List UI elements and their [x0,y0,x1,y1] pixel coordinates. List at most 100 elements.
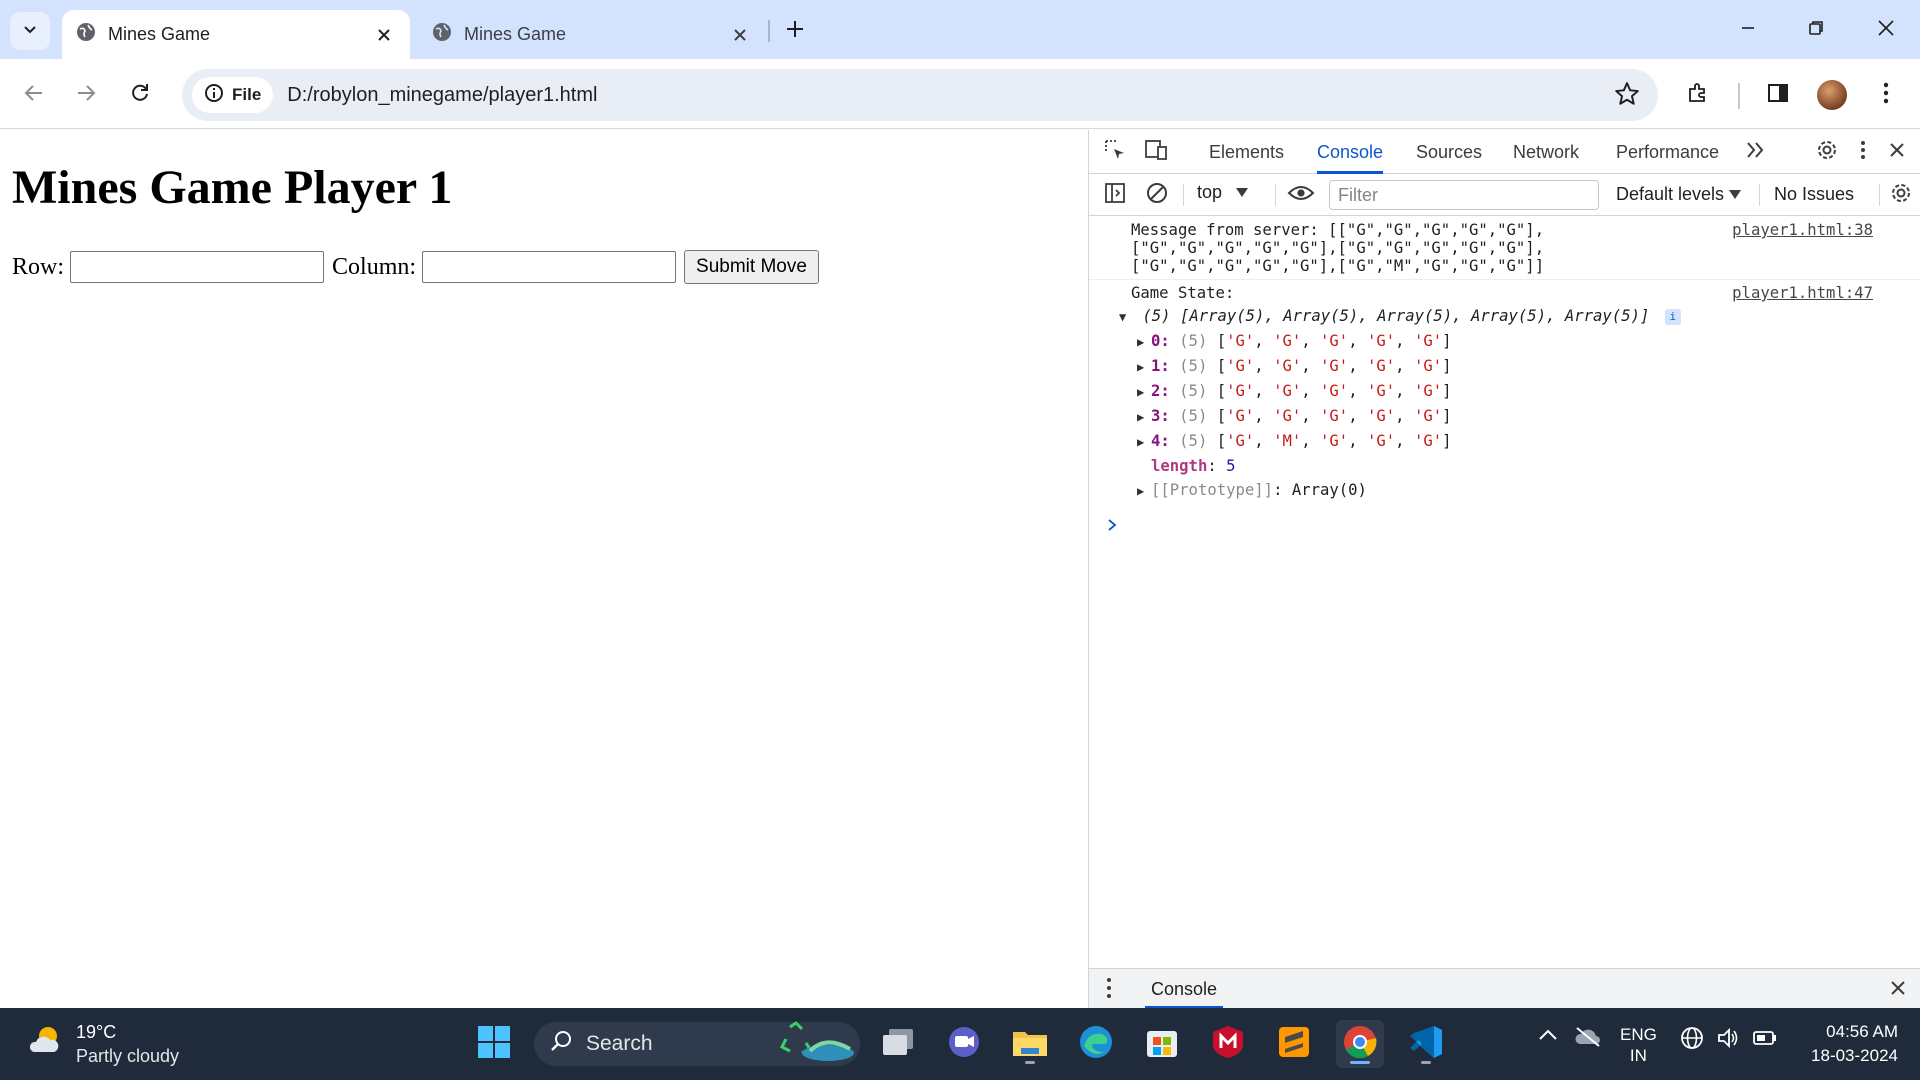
edge-app[interactable] [1072,1020,1120,1068]
tab-search-button[interactable] [10,12,50,50]
mcafee-app[interactable] [1204,1020,1252,1068]
array-entry[interactable]: ▶ 2: (5) ['G', 'G', 'G', 'G', 'G'] [1119,379,1873,404]
context-selector[interactable]: top [1197,182,1249,203]
profile-button[interactable] [1812,75,1852,115]
sublime-icon [1277,1025,1311,1064]
language-indicator[interactable]: ENG IN [1620,1024,1657,1066]
tab-network[interactable]: Network [1513,130,1579,174]
vscode-app[interactable] [1402,1020,1450,1068]
close-drawer-icon[interactable] [1885,975,1911,1006]
weather-widget[interactable]: 19°C Partly cloudy [24,1020,179,1068]
forward-button[interactable] [66,75,106,115]
array-entry[interactable]: ▶ 4: (5) ['G', 'M', 'G', 'G', 'G'] [1119,429,1873,454]
close-tab-icon[interactable] [728,23,752,47]
close-window-button[interactable] [1866,10,1906,50]
weather-temp: 19°C [76,1022,117,1042]
column-input[interactable] [422,251,677,283]
tab-sources[interactable]: Sources [1416,130,1482,174]
battery-button[interactable] [1752,1026,1778,1055]
extensions-button[interactable] [1678,75,1718,115]
browser-menu-button[interactable] [1866,75,1906,115]
region-code: IN [1629,1046,1647,1065]
entry-index: 2 [1151,382,1161,400]
clear-console-button[interactable] [1141,179,1173,211]
devtools-menu-button[interactable] [1847,136,1879,168]
chrome-app[interactable] [1336,1020,1384,1068]
triangle-right-icon[interactable]: ▶ [1137,380,1151,404]
log-levels-dropdown[interactable]: Default levels [1616,184,1742,205]
bookmark-star-icon[interactable] [1614,81,1640,112]
onedrive-button[interactable] [1574,1026,1602,1053]
array-summary-row[interactable]: ▼ (5) [Array(5), Array(5), Array(5), Arr… [1119,304,1873,329]
array-entry[interactable]: ▶ 3: (5) ['G', 'G', 'G', 'G', 'G'] [1119,404,1873,429]
console-settings-button[interactable] [1885,179,1917,211]
clock[interactable]: 04:56 AM 18-03-2024 [1811,1020,1898,1068]
arrow-right-icon [76,83,96,108]
close-devtools-button[interactable] [1881,136,1913,168]
device-toolbar-button[interactable] [1141,136,1173,168]
site-info-chip[interactable]: File [192,77,274,113]
info-badge-icon[interactable]: i [1664,308,1681,325]
block-icon [1146,182,1168,209]
array-summary: (5) [Array(5), Array(5), Array(5), Array… [1142,307,1650,325]
console-prompt[interactable] [1089,515,1920,539]
triangle-down-icon[interactable]: ▼ [1119,305,1133,329]
source-link[interactable]: player1.html:47 [1732,284,1873,302]
sublime-text-app[interactable] [1270,1020,1318,1068]
search-label: Search [586,1032,653,1055]
array-entry[interactable]: ▶ 0: (5) ['G', 'G', 'G', 'G', 'G'] [1119,329,1873,354]
drawer-menu-icon[interactable] [1099,975,1119,1006]
teams-chat-app[interactable] [940,1020,988,1068]
tab-mines-game-1[interactable]: Mines Game [62,10,410,59]
array-value: 'G' [1366,432,1396,450]
tab-mines-game-2[interactable]: Mines Game [418,10,766,59]
row-input[interactable] [70,251,325,283]
back-button[interactable] [14,75,54,115]
live-expression-button[interactable] [1285,179,1317,211]
array-entry[interactable]: ▶ 1: (5) ['G', 'G', 'G', 'G', 'G'] [1119,354,1873,379]
volume-button[interactable] [1716,1026,1740,1055]
file-explorer-app[interactable] [1006,1020,1054,1068]
url-text[interactable]: D:/robylon_minegame/player1.html [287,84,597,107]
triangle-down-icon [1729,184,1742,204]
triangle-right-icon[interactable]: ▶ [1137,430,1151,454]
tab-console[interactable]: Console [1317,130,1384,174]
running-indicator [1421,1061,1431,1064]
address-bar[interactable]: File D:/robylon_minegame/player1.html [182,69,1658,121]
globe-network-icon [1680,1027,1704,1054]
minimize-button[interactable] [1728,10,1768,50]
triangle-right-icon[interactable]: ▶ [1137,330,1151,354]
microsoft-store-app[interactable] [1138,1020,1186,1068]
start-button[interactable] [470,1020,518,1068]
submit-move-button[interactable]: Submit Move [684,250,819,284]
triangle-right-icon[interactable]: ▶ [1137,479,1151,503]
new-tab-button[interactable] [778,14,812,48]
show-hidden-icons-button[interactable] [1538,1026,1558,1046]
inspect-element-button[interactable] [1099,136,1131,168]
close-tab-icon[interactable] [372,23,396,47]
devtools-settings-button[interactable] [1811,136,1843,168]
taskbar-search[interactable]: Search [534,1021,860,1066]
levels-label: Default levels [1616,184,1725,204]
prototype-property[interactable]: ▶ [[Prototype]]: Array(0) [1119,478,1873,503]
tab-separator [768,20,770,42]
drawer-tab-console[interactable]: Console [1145,969,1224,1009]
network-button[interactable] [1680,1026,1704,1055]
array-value: 'G' [1320,357,1349,375]
tab-performance[interactable]: Performance [1616,130,1719,174]
more-tabs-button[interactable] [1739,136,1771,168]
restore-button[interactable] [1796,10,1836,50]
scheme-label: File [232,85,262,104]
issues-counter[interactable]: No Issues [1774,184,1854,205]
chrome-icon [1342,1024,1378,1065]
side-panel-button[interactable] [1758,75,1798,115]
triangle-right-icon[interactable]: ▶ [1137,355,1151,379]
tab-elements[interactable]: Elements [1209,130,1284,174]
sidebar-toggle-button[interactable] [1099,179,1131,211]
console-filter-input[interactable]: Filter [1329,180,1599,210]
reload-button[interactable] [120,75,160,115]
triangle-right-icon[interactable]: ▶ [1137,405,1151,429]
tab-title: Mines Game [108,24,211,44]
task-view-button[interactable] [874,1020,922,1068]
source-link[interactable]: player1.html:38 [1732,221,1873,239]
